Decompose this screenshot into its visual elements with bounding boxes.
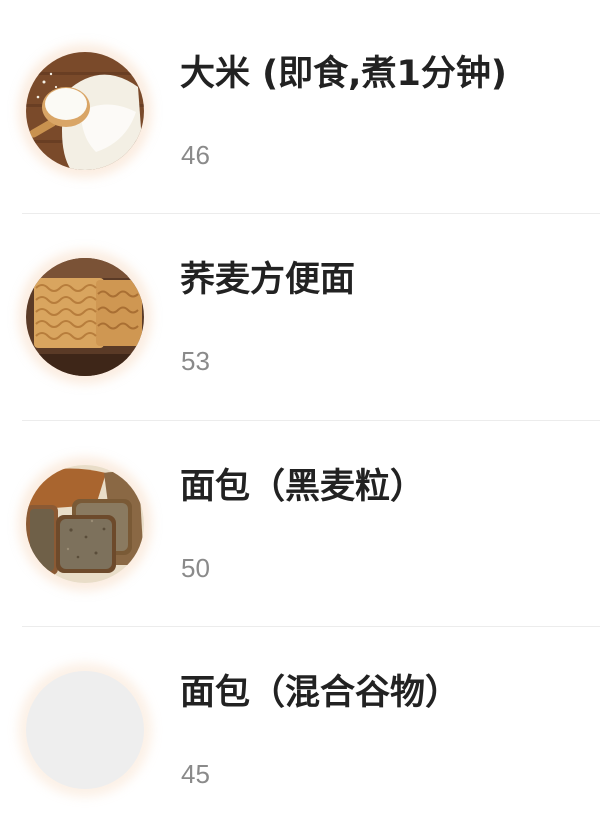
food-value: 50 (181, 553, 210, 583)
food-value: 53 (181, 346, 210, 376)
food-name: 大米 (即食,煮1分钟) (180, 54, 507, 94)
list-item[interactable]: 大米 (即食,煮1分钟) 46 (0, 8, 600, 214)
list-item[interactable]: 荞麦方便面 53 (0, 214, 600, 420)
list-item[interactable]: 面包（混合谷物） 45 (0, 627, 600, 833)
food-name: 荞麦方便面 (180, 260, 356, 300)
rye-bread-photo-icon (26, 465, 144, 583)
rice-photo-icon (26, 52, 144, 170)
food-list: 大米 (即食,煮1分钟) 46 荞麦方便面 53 面包（黑麦粒） 50 面包（混… (0, 0, 600, 827)
list-item[interactable]: 面包（黑麦粒） 50 (0, 421, 600, 627)
food-value: 45 (181, 759, 210, 789)
food-name: 面包（黑麦粒） (180, 467, 426, 507)
placeholder-image-icon (26, 671, 144, 789)
food-value: 46 (181, 140, 210, 170)
food-name: 面包（混合谷物） (180, 673, 461, 713)
instant-noodles-photo-icon (26, 258, 144, 376)
